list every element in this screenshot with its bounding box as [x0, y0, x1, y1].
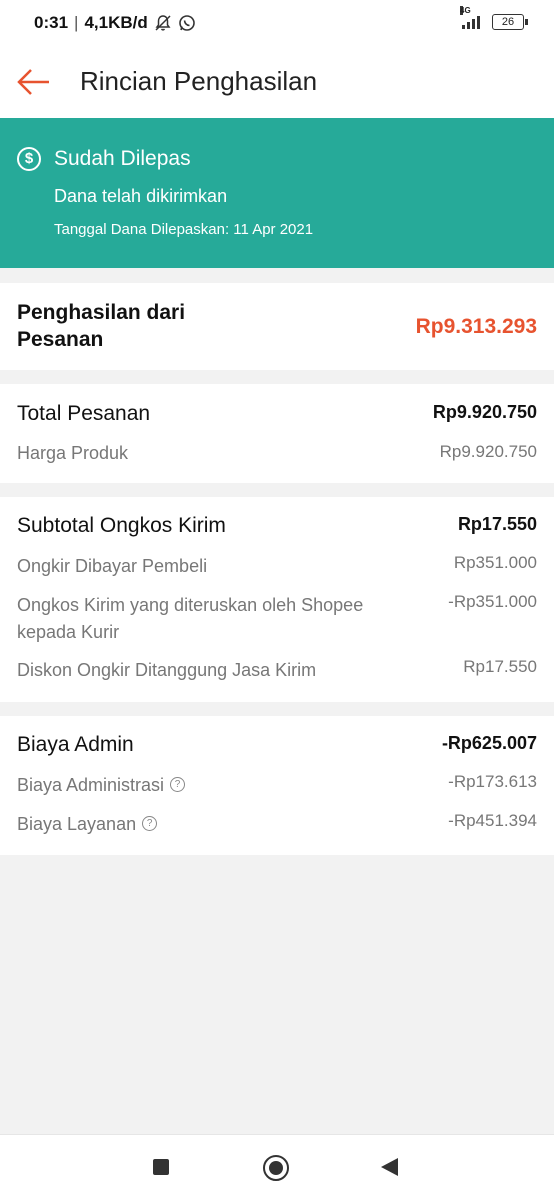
earnings-card: Penghasilan dari Pesanan Rp9.313.293 [0, 283, 554, 370]
clock: 0:31 [34, 13, 69, 32]
detail-row: Ongkir Dibayar Pembeli Rp351.000 [17, 553, 537, 580]
buyer-paid-shipping-label: Ongkir Dibayar Pembeli [17, 556, 208, 576]
administration-fee-text: Biaya Administrasi [17, 775, 165, 795]
earnings-label-line2: Pesanan [17, 328, 104, 351]
admin-fee-value: -Rp625.007 [441, 733, 537, 753]
administration-fee-label: Biaya Administrasi? [17, 772, 186, 799]
courier-discount-label: Diskon Ongkir Ditanggung Jasa Kirim [17, 660, 317, 680]
shipping-card: Subtotal Ongkos Kirim Rp17.550 Ongkir Di… [0, 497, 554, 702]
banner-title: Sudah Dilepas [54, 147, 191, 170]
forwarded-shipping-label: Ongkos Kirim yang diteruskan oleh Shopee… [17, 595, 364, 642]
battery-icon: 26 [492, 14, 528, 30]
back-button[interactable] [381, 1158, 398, 1176]
recents-button[interactable] [153, 1159, 169, 1175]
admin-fee-row: Biaya Admin -Rp625.007 [17, 733, 537, 757]
admin-fee-card: Biaya Admin -Rp625.007 Biaya Administras… [0, 716, 554, 855]
battery-level: 26 [501, 16, 515, 28]
order-total-card: Total Pesanan Rp9.920.750 Harga Produk R… [0, 384, 554, 483]
banner-subtitle: Dana telah dikirimkan [54, 186, 228, 206]
release-date: Tanggal Dana Dilepaskan: 11 Apr 2021 [54, 221, 314, 238]
detail-row: Biaya Administrasi? -Rp173.613 [17, 772, 537, 799]
earnings-value: Rp9.313.293 [415, 315, 537, 338]
question-circle-icon[interactable]: ? [142, 815, 158, 831]
network-speed: 4,1KB/d [84, 13, 148, 32]
detail-row: Harga Produk Rp9.920.750 [17, 440, 537, 467]
signal-icon: 4G [460, 6, 480, 29]
administration-fee-value: -Rp173.613 [448, 772, 537, 791]
notifications-off-icon [155, 15, 171, 31]
service-fee-label: Biaya Layanan? [17, 811, 158, 838]
network-type: 4G [460, 6, 471, 15]
shipping-subtotal-value: Rp17.550 [457, 514, 537, 534]
service-fee-value: -Rp451.394 [448, 811, 537, 830]
buyer-paid-shipping-value: Rp351.000 [453, 553, 537, 572]
detail-row: Ongkos Kirim yang diteruskan oleh Shopee… [17, 592, 537, 646]
admin-fee-label: Biaya Admin [17, 733, 134, 756]
forwarded-shipping-value: -Rp351.000 [448, 592, 537, 611]
earnings-label: Penghasilan dari Pesanan [17, 299, 185, 353]
product-price-label: Harga Produk [17, 443, 129, 463]
whatsapp-icon [178, 15, 195, 31]
question-circle-icon[interactable]: ? [170, 776, 186, 792]
order-total-value: Rp9.920.750 [432, 402, 537, 422]
product-price-value: Rp9.920.750 [439, 442, 537, 461]
release-status-banner: $ Sudah Dilepas Dana telah dikirimkan Ta… [0, 118, 554, 268]
earnings-row: Penghasilan dari Pesanan Rp9.313.293 [17, 299, 537, 353]
home-button[interactable] [263, 1155, 289, 1181]
app-bar: Rincian Penghasilan [0, 48, 554, 118]
status-bar: 0:31 | 4,1KB/d 4G 26 [0, 0, 554, 48]
shipping-subtotal-label: Subtotal Ongkos Kirim [17, 514, 226, 537]
detail-row: Biaya Layanan? -Rp451.394 [17, 811, 537, 838]
shipping-subtotal-row: Subtotal Ongkos Kirim Rp17.550 [17, 514, 537, 538]
dollar-circle-icon: $ [17, 147, 41, 171]
courier-discount-value: Rp17.550 [463, 657, 537, 676]
status-right: 4G 26 [460, 6, 528, 30]
order-total-label: Total Pesanan [17, 402, 151, 425]
detail-row: Diskon Ongkir Ditanggung Jasa Kirim Rp17… [17, 657, 537, 684]
service-fee-text: Biaya Layanan [17, 814, 137, 834]
order-total-row: Total Pesanan Rp9.920.750 [17, 402, 537, 426]
earnings-label-line1: Penghasilan dari [17, 301, 186, 324]
separator: | [74, 13, 79, 32]
status-left: 0:31 | 4,1KB/d [34, 13, 196, 33]
page-title: Rincian Penghasilan [80, 66, 318, 96]
arrow-left-icon[interactable] [16, 64, 52, 100]
system-nav-bar [0, 1134, 554, 1201]
